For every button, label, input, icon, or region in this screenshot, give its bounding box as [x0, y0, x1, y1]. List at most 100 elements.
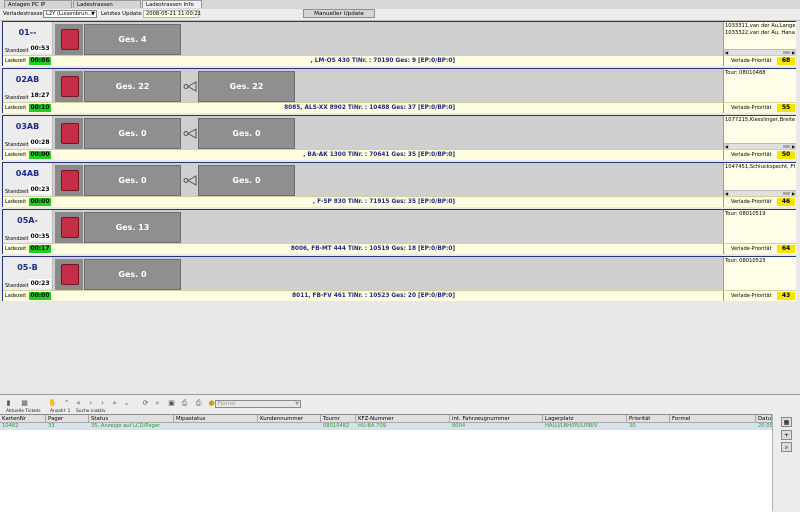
ladezeit-label: Ladezeit [5, 152, 27, 158]
table-cell[interactable]: 30 [627, 423, 670, 430]
column-header[interactable]: KartenNr [0, 415, 46, 423]
scroll-thumb[interactable] [783, 51, 790, 54]
last-icon[interactable]: » [110, 399, 119, 408]
lane-info-bar: Ladezeit 00:00 , BA-AK 1300 TiNr. : 70641 … [3, 149, 723, 160]
priority-label: Verlade-Priorität [731, 246, 772, 252]
calendar-icon[interactable]: ▦ [20, 399, 29, 408]
tour-panel[interactable]: 1077215,Kiesslinger,Breiten ◀ ▶ [723, 116, 796, 149]
table-cell[interactable]: 8004 [450, 423, 543, 430]
print-icon[interactable]: ⎙ [180, 399, 189, 408]
ladezeit-value: 00:00 [29, 198, 51, 206]
standzeit-label: Standzeit [5, 283, 29, 289]
scroll-thumb[interactable] [783, 192, 790, 195]
lane-info-bar: Ladezeit 00:10 8085, ALS-XX 8902 TiNr. : 1… [3, 102, 723, 113]
tour-panel[interactable]: Tour: 08010488 [723, 69, 796, 102]
ladezeit-label: Ladezeit [5, 105, 27, 111]
lane-2: 03AB Standzeit 00:28 Ges. 0 Ges. 0 Ladezeit 00… [2, 115, 796, 160]
trailer: Ges. 0 [84, 165, 181, 196]
table-cell[interactable]: HALU/LBH/05/LPIB/V [543, 423, 627, 430]
trailer: Ges. 0 [198, 118, 295, 149]
previous-icon[interactable]: ‹ [86, 399, 95, 408]
truck: Ges. 0 Ges. 0 [55, 165, 723, 196]
hitch-icon [183, 128, 197, 139]
scroll-up-icon[interactable]: ⌃ [62, 399, 71, 408]
column-header[interactable]: Lagerplatz [543, 415, 627, 423]
table-cell[interactable]: 33 [46, 423, 89, 430]
priority-bar: Verlade-Priorität 64 [723, 243, 796, 254]
lane-title: 01-- [18, 28, 37, 37]
manual-update-button[interactable]: Manueller Update [303, 9, 375, 18]
table-cell[interactable]: 08010482 [321, 423, 356, 430]
vehicle-info: , LM-OS 430 TiNr. : 70190 Ges: 9 [EP:0/B… [310, 58, 455, 64]
verladestrasse-select[interactable]: L2Y (Luisenbrun... ▼ [43, 10, 97, 18]
lane-title: 05A- [17, 216, 38, 225]
tab-2[interactable]: Ladestrassen Info [142, 0, 202, 8]
search-icon[interactable]: ⌕ [153, 399, 162, 408]
table-cell[interactable] [670, 423, 756, 430]
lane-4: 05A- Standzeit 00:35 Ges. 13 Ladezeit 00:17 80… [2, 209, 796, 254]
table-cell[interactable] [174, 423, 258, 430]
column-header[interactable]: Tournr [321, 415, 356, 423]
save-icon[interactable]: ▣ [167, 399, 176, 408]
first-icon[interactable]: « [74, 399, 83, 408]
ticket-icon[interactable]: ▮ [4, 399, 13, 408]
cab-area [55, 24, 83, 55]
priority-value: 55 [777, 104, 795, 112]
tour-panel[interactable]: 1033311,van der Au,Langens 1033322,van d… [723, 22, 796, 55]
chevron-down-icon[interactable]: ▼ [294, 401, 300, 407]
column-header[interactable]: KFZ-Nummer [356, 415, 450, 423]
lane-info-bar: Ladezeit 00:00 , F-SP 830 TiNr. : 71915 Ge… [3, 196, 723, 207]
tab-0[interactable]: Anlagen PC IP Adressen [4, 0, 72, 16]
zoom-icon[interactable]: ⌕ [781, 442, 792, 452]
tour-panel[interactable]: 1047451,Schluckspecht, Ffm ◀ ▶ [723, 163, 796, 196]
standzeit-label: Standzeit [5, 142, 29, 148]
tab-1[interactable]: Ladestrassen Terminal [73, 0, 141, 16]
tour-panel[interactable]: Tour: 08010519 [723, 210, 796, 243]
standzeit-value: 00:23 [29, 279, 51, 288]
column-header[interactable]: Pager [46, 415, 89, 423]
ladezeit-label: Ladezeit [5, 58, 27, 64]
formula-select[interactable]: Formel ▼ [215, 400, 301, 408]
right-toolbar: ▦ + ⌕ [772, 414, 800, 511]
lane-title: 04AB [15, 169, 40, 178]
truck-cab-icon [61, 217, 79, 238]
table-cell[interactable]: HU-BA 709 [356, 423, 450, 430]
formula-select-value: Formel [218, 401, 236, 407]
tour-panel[interactable]: Tour: 08010523 [723, 257, 796, 290]
next-icon[interactable]: › [98, 399, 107, 408]
priority-label: Verlade-Priorität [731, 152, 772, 158]
ladezeit-label: Ladezeit [5, 293, 27, 299]
truck-cab-icon [61, 123, 79, 144]
table-cell[interactable]: 35, Anzeige auf LCD/Pager [89, 423, 174, 430]
standzeit-label: Standzeit [5, 95, 29, 101]
column-header[interactable]: Formel [670, 415, 756, 423]
refresh-icon[interactable]: ⟳ [141, 399, 150, 408]
scroll-down-icon[interactable]: ⌄ [122, 399, 131, 408]
trailer: Ges. 0 [84, 259, 181, 290]
table-cell[interactable]: 20.05. [756, 423, 772, 430]
column-header[interactable]: Status [89, 415, 174, 423]
vehicle-info: 8011, FB-FV 461 TiNr. : 10523 Ges: 20 [E… [292, 293, 455, 299]
add-icon[interactable]: + [781, 430, 792, 440]
column-header[interactable]: Datum [756, 415, 772, 423]
lane-header: 03AB Standzeit 00:28 [3, 116, 53, 149]
lane-info-bar: Ladezeit 00:00 8011, FB-FV 461 TiNr. : 105… [3, 290, 723, 301]
print-preview-icon[interactable]: ⎙ [194, 399, 203, 408]
table-cell[interactable]: 10482 [0, 423, 46, 430]
tour-text: 1077215,Kiesslinger,Breiten [725, 117, 795, 123]
table-cell[interactable] [258, 423, 321, 430]
cab-area [55, 259, 83, 290]
vehicle-info: 8006, FB-MT 444 TiNr. : 10519 Ges: 18 [E… [290, 246, 455, 252]
hand-icon[interactable]: ✋ [48, 399, 57, 408]
tour-text: 1047451,Schluckspecht, Ffm [725, 164, 795, 170]
column-header[interactable]: Mipastatus [174, 415, 258, 423]
chevron-down-icon[interactable]: ▼ [90, 11, 96, 17]
column-header[interactable]: Priorität [627, 415, 670, 423]
column-header[interactable]: int. Fahrzeugnummer [450, 415, 543, 423]
truck-cab-icon [61, 170, 79, 191]
tickets-table: KartenNr Pager Status Mipastatus Kundennumme… [0, 414, 772, 512]
scroll-thumb[interactable] [783, 145, 790, 148]
truck-cab-icon [61, 76, 79, 97]
column-header[interactable]: Kundennummer [258, 415, 321, 423]
grid-view-icon[interactable]: ▦ [781, 417, 792, 427]
